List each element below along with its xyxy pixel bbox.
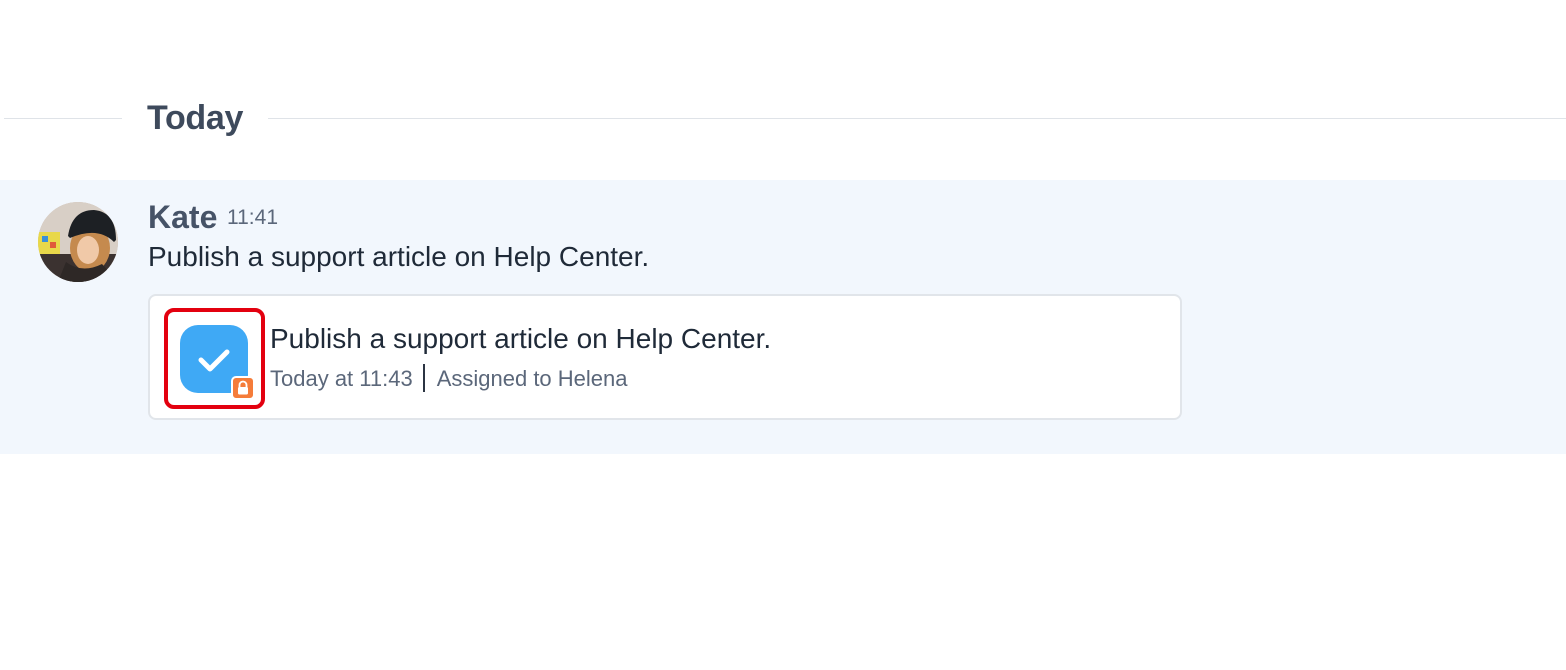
separator-line-right	[268, 118, 1566, 119]
task-title[interactable]: Publish a support article on Help Center…	[270, 322, 771, 356]
lock-badge	[231, 376, 255, 400]
message-timestamp: 11:41	[227, 206, 278, 229]
message-item: Kate 11:41 Publish a support article on …	[0, 180, 1566, 454]
lock-icon	[238, 380, 248, 395]
date-separator-label: Today	[147, 99, 244, 137]
meta-divider	[422, 364, 425, 393]
message-text: Publish a support article on Help Center…	[148, 241, 650, 272]
task-status-toggle[interactable]	[164, 308, 265, 409]
chat-view: Today Kate 11:41 Publish a support artic…	[0, 0, 1566, 670]
avatar[interactable]	[38, 202, 118, 282]
task-card[interactable]: Publish a support article on Help Center…	[148, 294, 1182, 420]
task-due-date: Today at 11:43	[270, 366, 413, 391]
task-assignee: Assigned to Helena	[436, 366, 628, 391]
message-author[interactable]: Kate	[148, 198, 217, 236]
date-separator: Today	[0, 96, 1566, 142]
user-avatar-icon	[38, 202, 118, 282]
task-meta: Today at 11:43 Assigned to Helena	[270, 364, 628, 394]
separator-line-left	[4, 118, 122, 119]
